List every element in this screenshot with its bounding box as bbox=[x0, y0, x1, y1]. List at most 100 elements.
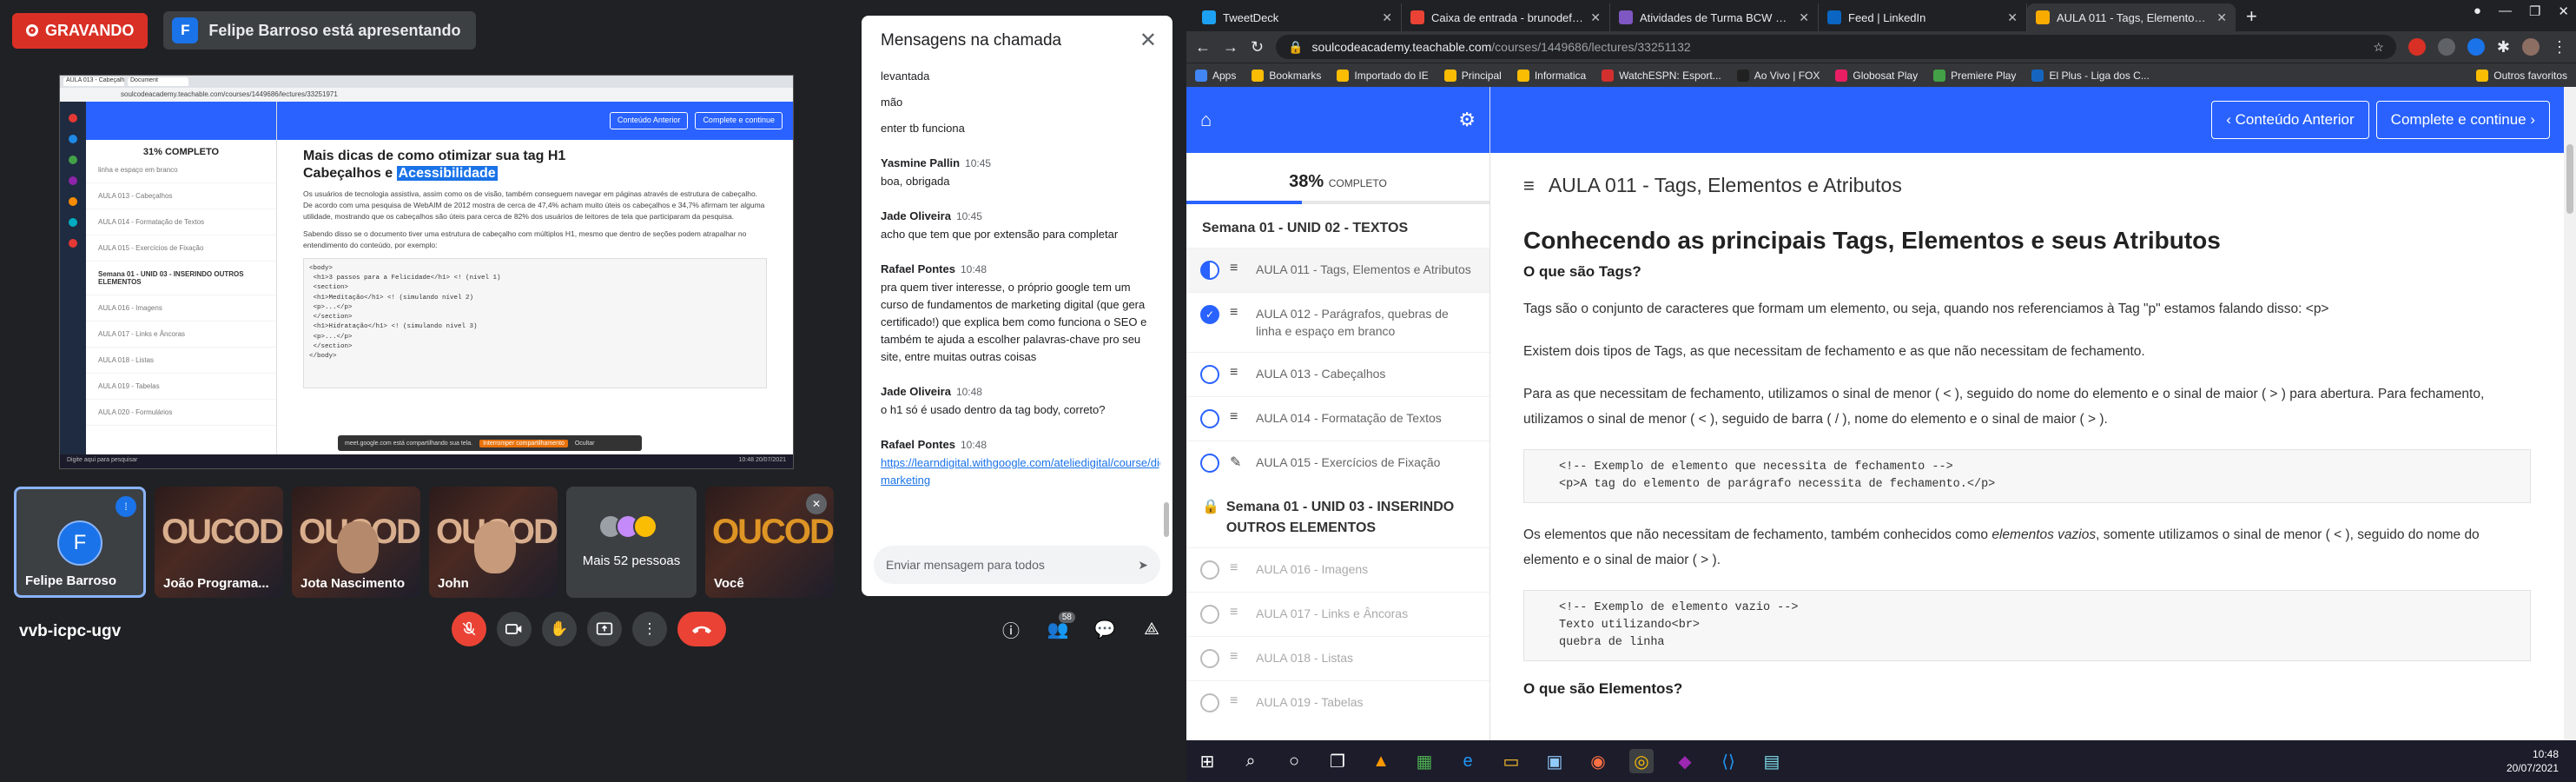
close-tab-icon[interactable]: ✕ bbox=[1799, 10, 1809, 25]
lecture-item-locked[interactable]: ≡ AULA 017 - Links e Âncoras bbox=[1186, 592, 1489, 636]
chat-input[interactable]: Enviar mensagem para todos ➤ bbox=[874, 546, 1160, 584]
adblock-extension-icon[interactable] bbox=[2408, 38, 2426, 56]
close-window-icon[interactable]: ✕ bbox=[2558, 3, 2569, 19]
bookmark-item[interactable]: Principal bbox=[1443, 69, 1502, 82]
bookmark-item[interactable]: WatchESPN: Esport... bbox=[1602, 69, 1721, 82]
participant-tile[interactable]: OUCODE João Programa... bbox=[155, 487, 283, 598]
chat-message-text: boa, obrigada bbox=[881, 175, 950, 188]
participant-tile-self[interactable]: OUCODE ✕ Você bbox=[705, 487, 834, 598]
recording-badge[interactable]: GRAVANDO bbox=[12, 12, 149, 49]
more-participants-tile[interactable]: Mais 52 pessoas bbox=[566, 487, 697, 598]
participant-tile-felipe[interactable]: ⁞ F Felipe Barroso bbox=[14, 487, 146, 598]
page-scrollbar[interactable] bbox=[2564, 87, 2576, 740]
lecture-item-locked[interactable]: ≡ AULA 019 - Tabelas bbox=[1186, 680, 1489, 725]
forward-icon[interactable]: → bbox=[1223, 38, 1238, 56]
app-icon[interactable]: ▦ bbox=[1412, 749, 1437, 773]
lecture-label: AULA 011 - Tags, Elementos e Atributos bbox=[1256, 262, 1471, 276]
chat-scrollbar[interactable] bbox=[1164, 502, 1169, 537]
mic-off-button[interactable] bbox=[452, 612, 486, 646]
extension-icon[interactable] bbox=[2437, 38, 2455, 56]
lecture-item-locked[interactable]: ≡ AULA 018 - Listas bbox=[1186, 636, 1489, 680]
shared-screen: AULA 013 - Cabeçalhos H Document soulcod… bbox=[59, 75, 794, 469]
bookmark-item[interactable]: Ao Vivo | FOX bbox=[1736, 69, 1820, 82]
people-button[interactable]: 👥 58 bbox=[1040, 612, 1075, 646]
reload-icon[interactable]: ↻ bbox=[1251, 38, 1264, 56]
lecture-item[interactable]: ✓ ≡ AULA 012 - Parágrafos, quebras de li… bbox=[1186, 292, 1489, 352]
activities-button[interactable]: ⟁ bbox=[1134, 612, 1169, 646]
leave-call-button[interactable] bbox=[677, 612, 726, 646]
extensions-puzzle-icon[interactable]: ✱ bbox=[2497, 38, 2510, 56]
home-icon[interactable]: ⌂ bbox=[1200, 109, 1212, 131]
chat-sender: Jade Oliveira bbox=[881, 385, 951, 398]
close-tab-icon[interactable]: ✕ bbox=[1590, 10, 1601, 25]
close-tab-icon[interactable]: ✕ bbox=[1382, 10, 1392, 25]
close-tab-icon[interactable]: ✕ bbox=[2216, 10, 2227, 25]
windows-start-icon[interactable]: ⊞ bbox=[1195, 749, 1219, 773]
text-lecture-icon: ≡ bbox=[1230, 409, 1238, 424]
file-explorer-icon[interactable]: ▭ bbox=[1499, 749, 1523, 773]
bookmark-item[interactable]: Informatica bbox=[1516, 69, 1586, 82]
lecture-item[interactable]: ≡ AULA 014 - Formatação de Textos bbox=[1186, 396, 1489, 441]
extension-icon[interactable] bbox=[2467, 38, 2485, 56]
cortana-icon[interactable]: ○ bbox=[1282, 749, 1306, 773]
present-button[interactable] bbox=[587, 612, 622, 646]
minimize-icon[interactable]: — bbox=[2499, 3, 2512, 19]
taskbar-clock[interactable]: 10:48 20/07/2021 bbox=[2507, 747, 2559, 775]
vscode-icon[interactable]: ⟨⟩ bbox=[1716, 749, 1740, 773]
shared-sidebar-item: AULA 014 - Formatação de Textos bbox=[86, 209, 276, 235]
edge-icon[interactable]: e bbox=[1456, 749, 1480, 773]
lecture-item[interactable]: ≡ AULA 013 - Cabeçalhos bbox=[1186, 352, 1489, 396]
scroll-thumb[interactable] bbox=[2566, 144, 2573, 214]
chat-message-list[interactable]: levantada mão enter tb funciona Yasmine … bbox=[881, 68, 1160, 537]
send-icon[interactable]: ➤ bbox=[1138, 558, 1148, 573]
raise-hand-button[interactable]: ✋ bbox=[542, 612, 577, 646]
participant-tile[interactable]: OUCODE John bbox=[429, 487, 558, 598]
maximize-icon[interactable]: ❐ bbox=[2529, 3, 2540, 19]
complete-continue-button[interactable]: Complete e continue › bbox=[2375, 101, 2550, 139]
gear-icon[interactable]: ⚙ bbox=[1458, 109, 1476, 131]
shared-app-rail bbox=[60, 102, 86, 454]
lecture-item[interactable]: ✎ AULA 015 - Exercícios de Fixação bbox=[1186, 441, 1489, 485]
task-view-icon[interactable]: ❐ bbox=[1325, 749, 1350, 773]
app-icon[interactable]: ▣ bbox=[1542, 749, 1567, 773]
bookmark-item[interactable]: Globosat Play bbox=[1835, 69, 1918, 82]
new-tab-button[interactable]: + bbox=[2236, 5, 2268, 31]
previous-lecture-button[interactable]: ‹ Conteúdo Anterior bbox=[2211, 101, 2369, 139]
close-icon[interactable]: ✕ bbox=[1139, 28, 1157, 53]
bookmark-item[interactable]: Premiere Play bbox=[1933, 69, 2016, 82]
other-bookmarks[interactable]: Outros favoritos bbox=[2476, 69, 2567, 82]
shared-paragraph: Sabendo disso se o documento tiver uma e… bbox=[303, 229, 747, 249]
profile-icon[interactable]: ● bbox=[2474, 3, 2481, 19]
browser-tab-active[interactable]: AULA 011 - Tags, Elementos e Atr... ✕ bbox=[2027, 3, 2236, 31]
vlc-icon[interactable]: ▲ bbox=[1369, 749, 1393, 773]
chat-button[interactable]: 💬 bbox=[1087, 612, 1122, 646]
participant-strip: ⁞ F Felipe Barroso OUCODE João Programa.… bbox=[14, 487, 834, 598]
lecture-heading: ≡ AULA 011 - Tags, Elementos e Atributos bbox=[1490, 153, 2564, 211]
camera-button[interactable] bbox=[497, 612, 532, 646]
chrome-menu-icon[interactable]: ⋮ bbox=[2552, 38, 2567, 56]
address-bar[interactable]: 🔒 soulcodeacademy.teachable.com/courses/… bbox=[1276, 35, 2396, 59]
back-icon[interactable]: ← bbox=[1195, 38, 1211, 56]
bookmark-item[interactable]: El Plus - Liga dos C... bbox=[2031, 69, 2150, 82]
browser-tab[interactable]: TweetDeck ✕ bbox=[1193, 3, 1402, 31]
bookmark-star-icon[interactable]: ☆ bbox=[2373, 40, 2384, 55]
lecture-item[interactable]: ≡ AULA 011 - Tags, Elementos e Atributos bbox=[1186, 248, 1489, 292]
chat-link[interactable]: https://learndigital.withgoogle.com/atel… bbox=[881, 454, 1160, 489]
app-icon[interactable]: ▤ bbox=[1760, 749, 1784, 773]
app-icon[interactable]: ◆ bbox=[1673, 749, 1697, 773]
browser-tab[interactable]: Atividades de Turma BCW 5 - Sc... ✕ bbox=[1610, 3, 1819, 31]
browser-tab[interactable]: Caixa de entrada - brunodefront... ✕ bbox=[1402, 3, 1610, 31]
chrome-icon[interactable]: ◎ bbox=[1629, 749, 1654, 773]
search-icon[interactable]: ⌕ bbox=[1238, 749, 1263, 773]
participant-tile[interactable]: OUCODE Jota Nascimento bbox=[292, 487, 420, 598]
bookmark-item[interactable]: Bookmarks bbox=[1252, 69, 1321, 82]
bookmark-apps[interactable]: Apps bbox=[1195, 69, 1236, 82]
close-tab-icon[interactable]: ✕ bbox=[2007, 10, 2018, 25]
bookmark-item[interactable]: Importado do IE bbox=[1337, 69, 1429, 82]
meeting-details-button[interactable]: ⓘ bbox=[994, 612, 1028, 646]
profile-avatar[interactable] bbox=[2522, 38, 2540, 56]
more-options-button[interactable]: ⋮ bbox=[632, 612, 667, 646]
lecture-item-locked[interactable]: ≡ AULA 016 - Imagens bbox=[1186, 547, 1489, 592]
browser-tab[interactable]: Feed | LinkedIn ✕ bbox=[1819, 3, 2027, 31]
firefox-icon[interactable]: ◉ bbox=[1586, 749, 1610, 773]
